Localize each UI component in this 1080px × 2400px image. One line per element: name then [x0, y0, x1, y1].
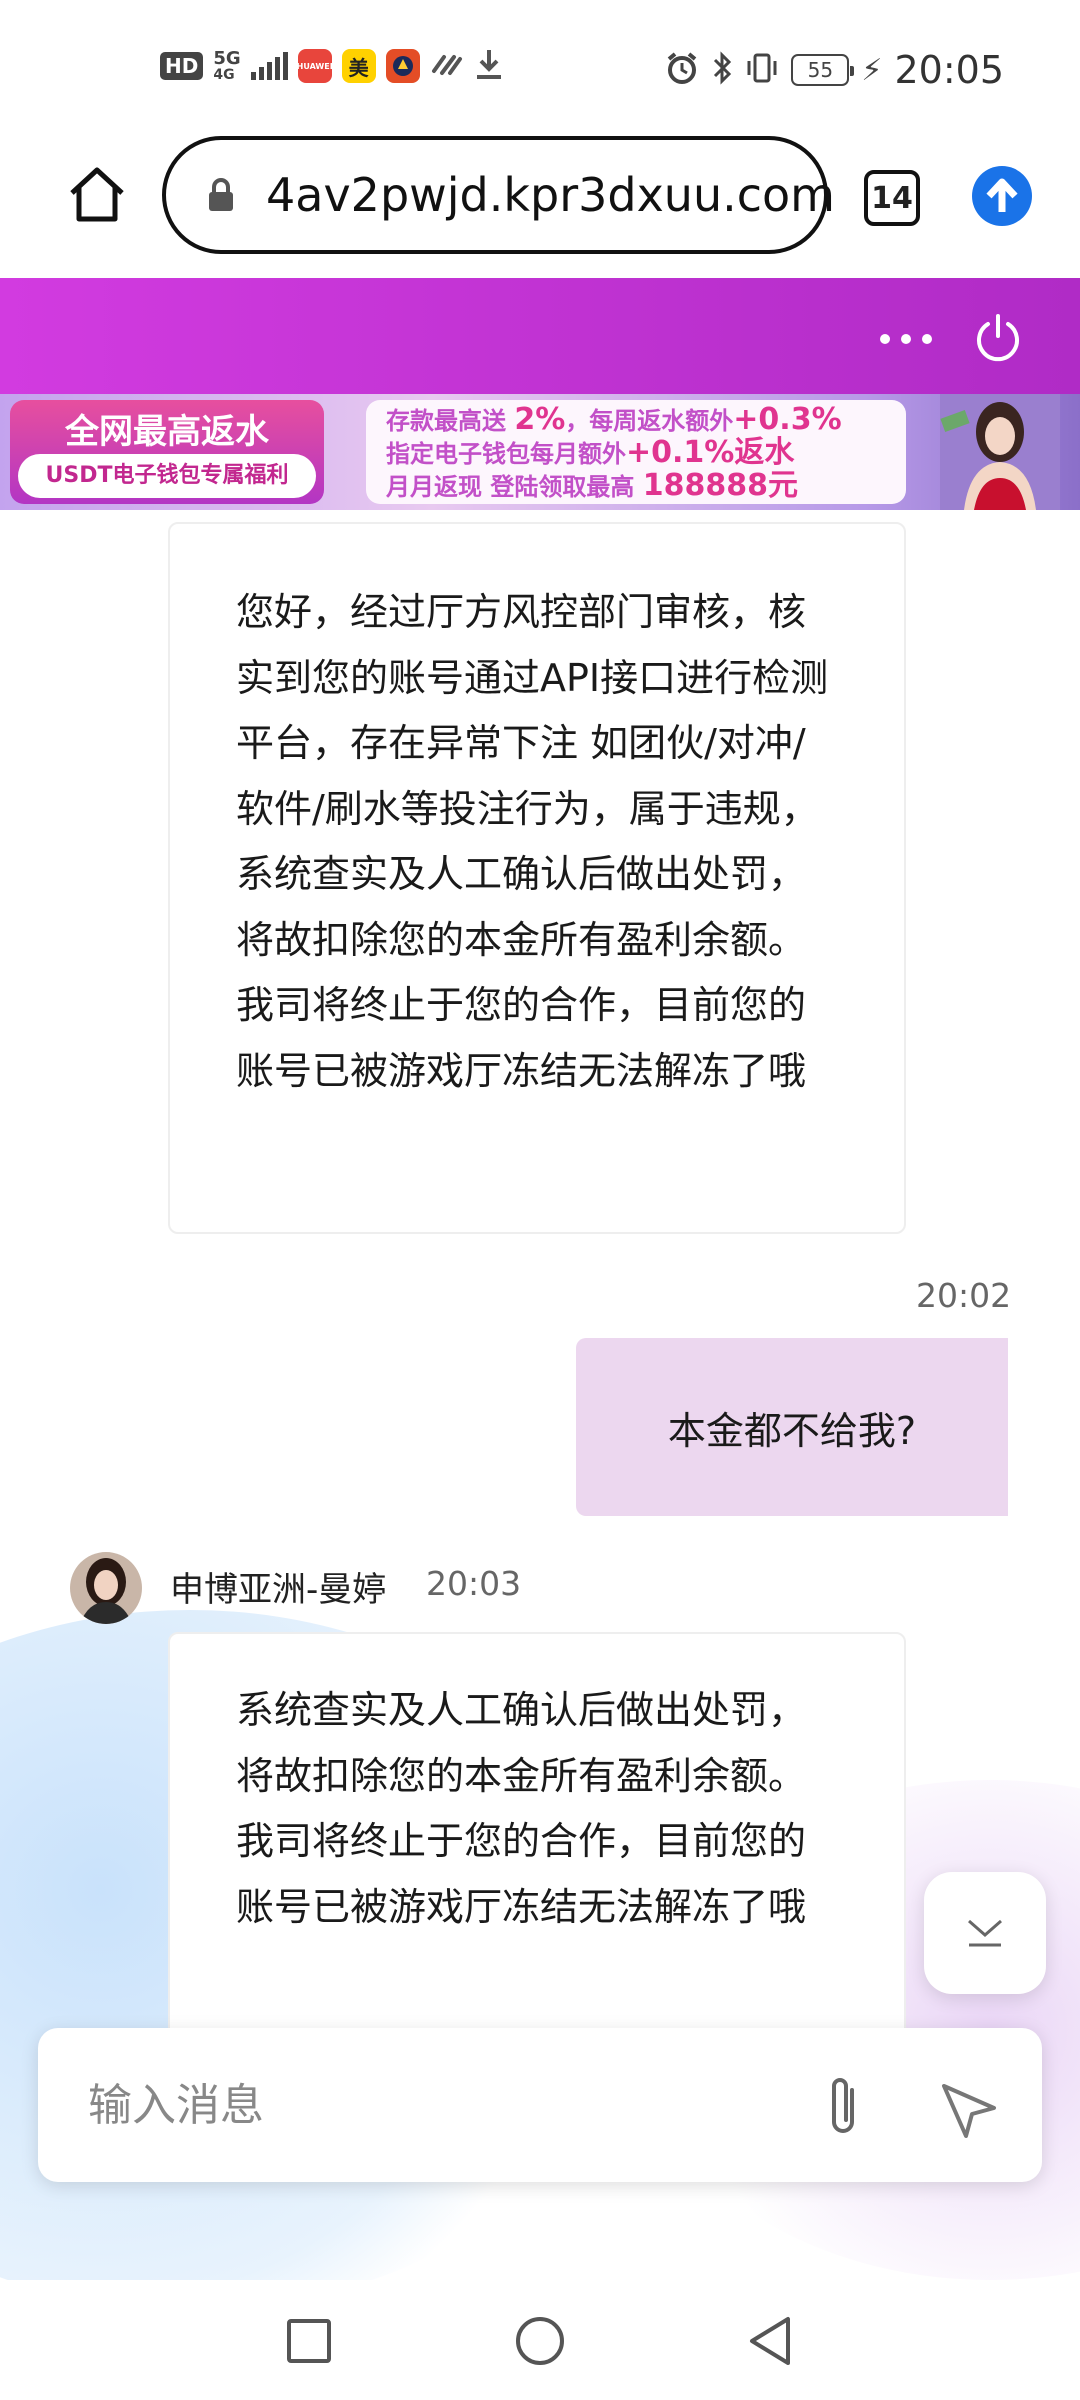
incoming-message-bubble: 系统查实及人工确认后做出处罚，将故扣除您的本金所有盈利余额。 我司将终止于您的合…	[168, 1632, 906, 2072]
meituan-label: 美	[348, 55, 369, 80]
network-sub-label: 4G	[213, 67, 235, 83]
power-button[interactable]	[972, 312, 1024, 364]
signal-icon	[250, 52, 288, 80]
attach-button[interactable]	[814, 2072, 874, 2142]
url-text: 4av2pwjd.kpr3dxuu.com	[266, 168, 835, 222]
message-composer	[38, 2028, 1042, 2182]
browser-toolbar: 4av2pwjd.kpr3dxuu.com 14	[0, 130, 1080, 278]
paperclip-icon	[832, 2078, 854, 2133]
tab-count: 14	[871, 180, 913, 216]
meituan-app-icon: 美	[341, 49, 376, 83]
hd-icon: HD	[160, 52, 204, 80]
chevron-down-icon	[968, 1919, 1002, 1947]
message-text: 本金都不给我?	[667, 1408, 917, 1453]
incoming-message-bubble: 您好，经过厅方风控部门审核，核实到您的账号通过API接口进行检测平台，存在异常下…	[168, 522, 906, 1234]
promo-banner[interactable]: 全网最高返水 USDT电子钱包专属福利 存款最高送 2%，每周返水额外+0.3%…	[0, 394, 1080, 510]
message-input[interactable]	[88, 2070, 788, 2140]
power-icon	[977, 314, 1019, 362]
home-icon	[70, 167, 124, 222]
recent-apps-button[interactable]	[274, 2306, 344, 2376]
battery-icon: 55	[791, 54, 855, 86]
tabs-button[interactable]: 14	[864, 170, 920, 226]
status-right: 55 ⚡ 20:05	[665, 48, 1004, 92]
status-left: HD 5G 4G HUAWEI 美	[160, 48, 504, 84]
circle-icon	[516, 2317, 564, 2365]
scroll-down-button[interactable]	[924, 1872, 1046, 1994]
banner-badge: 全网最高返水 USDT电子钱包专属福利	[10, 400, 324, 504]
chat-header	[0, 278, 1080, 394]
status-time: 20:05	[894, 48, 1004, 92]
game-app-icon	[385, 49, 420, 83]
huawei-app-icon: HUAWEI	[296, 49, 333, 83]
banner-line-1: 存款最高送 2%，每周返水额外+0.3%	[386, 402, 842, 437]
banner-title: 全网最高返水	[65, 412, 269, 452]
home-nav-button[interactable]	[505, 2306, 575, 2376]
more-dots-icon[interactable]	[880, 334, 932, 344]
message-time: 20:02	[916, 1276, 1012, 1315]
send-icon	[942, 2084, 996, 2138]
bluetooth-icon	[711, 51, 733, 89]
huawei-label: HUAWEI	[296, 61, 333, 71]
home-button[interactable]	[64, 162, 130, 228]
lock-icon	[206, 176, 236, 214]
banner-line-2: 指定电子钱包每月额外+0.1%返水	[386, 435, 795, 470]
network-label: 5G	[213, 48, 241, 69]
address-bar[interactable]: 4av2pwjd.kpr3dxuu.com	[162, 136, 835, 254]
send-button[interactable]	[936, 2078, 1000, 2142]
banner-details: 存款最高送 2%，每周返水额外+0.3% 指定电子钱包每月额外+0.1%返水 月…	[366, 400, 906, 504]
status-bar: HD 5G 4G HUAWEI 美 55 ⚡ 20:05	[0, 0, 1080, 130]
download-icon	[474, 48, 504, 84]
avatar[interactable]	[70, 1552, 142, 1624]
message-text: 您好，经过厅方风控部门审核，核实到您的账号通过API接口进行检测平台，存在异常下…	[236, 590, 829, 1093]
back-triangle-icon	[750, 2317, 790, 2365]
system-navigation-bar	[0, 2280, 1080, 2400]
sender-name: 申博亚洲-曼婷	[170, 1570, 387, 1610]
network-type: 5G 4G	[213, 48, 241, 83]
banner-line-3: 月月返现 登陆领取最高 188888元	[386, 468, 798, 503]
banner-model-image	[940, 394, 1060, 510]
upload-button[interactable]	[972, 166, 1032, 226]
outgoing-message-bubble: 本金都不给我?	[576, 1338, 1008, 1516]
message-text: 系统查实及人工确认后做出处罚，将故扣除您的本金所有盈利余额。 我司将终止于您的合…	[236, 1688, 807, 1929]
link-icon	[430, 49, 464, 83]
upload-arrow-icon	[986, 178, 1018, 212]
vibrate-icon	[745, 52, 779, 88]
alarm-icon	[665, 51, 699, 89]
back-button[interactable]	[736, 2306, 806, 2376]
charging-icon: ⚡	[861, 52, 883, 88]
square-icon	[287, 2319, 331, 2363]
banner-pill: USDT电子钱包专属福利	[18, 454, 316, 498]
chat-messages: 您好，经过厅方风控部门审核，核实到您的账号通过API接口进行检测平台，存在异常下…	[0, 510, 1080, 2280]
battery-level: 55	[807, 58, 834, 82]
message-time: 20:03	[426, 1564, 522, 1603]
